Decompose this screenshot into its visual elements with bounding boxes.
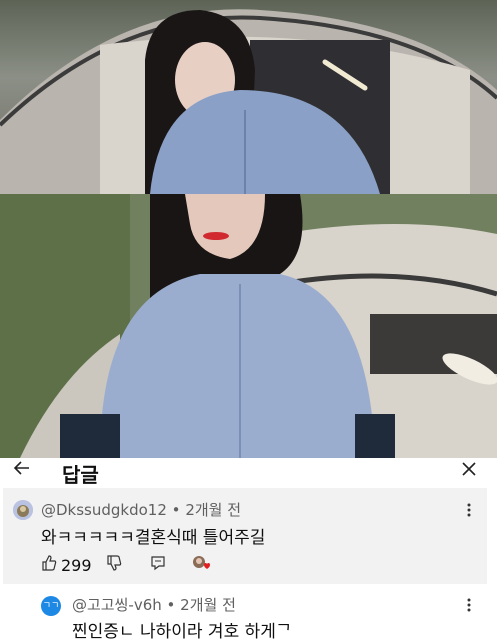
- thumbs-up-icon: [42, 555, 57, 571]
- video-frame-bottom-image: [0, 194, 497, 458]
- dislike-button[interactable]: [106, 555, 122, 575]
- video-frame-top: [0, 0, 497, 194]
- like-button[interactable]: [41, 555, 57, 575]
- back-button[interactable]: [12, 458, 32, 483]
- meta-separator: •: [166, 596, 176, 614]
- reply-time[interactable]: 2개월 전: [180, 596, 236, 614]
- comment-author[interactable]: @Dkssudgkdo12: [41, 501, 167, 519]
- comment-actions: 299: [41, 554, 210, 576]
- more-options-button[interactable]: [467, 503, 471, 520]
- avatar[interactable]: [13, 500, 33, 520]
- more-vert-icon: [467, 598, 471, 612]
- more-options-button[interactable]: [467, 598, 471, 615]
- avatar-image: [13, 500, 33, 520]
- video-frame-top-image: [0, 9, 497, 194]
- reply-text: 찐인증ㄴ 나하이라 겨호 하게ᄀ: [72, 622, 292, 642]
- comment-text: 와ㅋㅋㅋㅋㅋ결혼식때 틀어주길: [41, 528, 266, 548]
- header-title: 답글: [62, 463, 99, 487]
- reply-button[interactable]: [150, 555, 166, 575]
- arrow-left-icon: [13, 461, 29, 475]
- reply-icon: [150, 556, 165, 571]
- meta-separator: •: [171, 501, 181, 519]
- more-vert-icon: [467, 503, 471, 517]
- thumbs-down-icon: [106, 555, 121, 571]
- reply-item: ㄱㄱ @고고씽-v6h • 2개월 전 찐인증ㄴ 나하이라 겨호 하게ᄀ: [0, 584, 497, 642]
- replies-header: 답글: [0, 458, 497, 488]
- reply-author[interactable]: @고고씽-v6h: [72, 596, 162, 614]
- reply-meta: @고고씽-v6h • 2개월 전: [72, 594, 236, 615]
- creator-heart-icon: [192, 556, 210, 569]
- creator-heart: [192, 555, 210, 575]
- comment-time[interactable]: 2개월 전: [185, 501, 241, 519]
- close-icon: [462, 462, 476, 476]
- comment-item: @Dkssudgkdo12 • 2개월 전 와ㅋㅋㅋㅋㅋ결혼식때 틀어주길 29…: [3, 488, 487, 584]
- close-button[interactable]: [461, 458, 477, 482]
- video-frame-bottom: [0, 194, 497, 458]
- avatar[interactable]: ㄱㄱ: [41, 596, 61, 616]
- like-count: 299: [61, 555, 92, 575]
- comment-meta: @Dkssudgkdo12 • 2개월 전: [41, 499, 241, 520]
